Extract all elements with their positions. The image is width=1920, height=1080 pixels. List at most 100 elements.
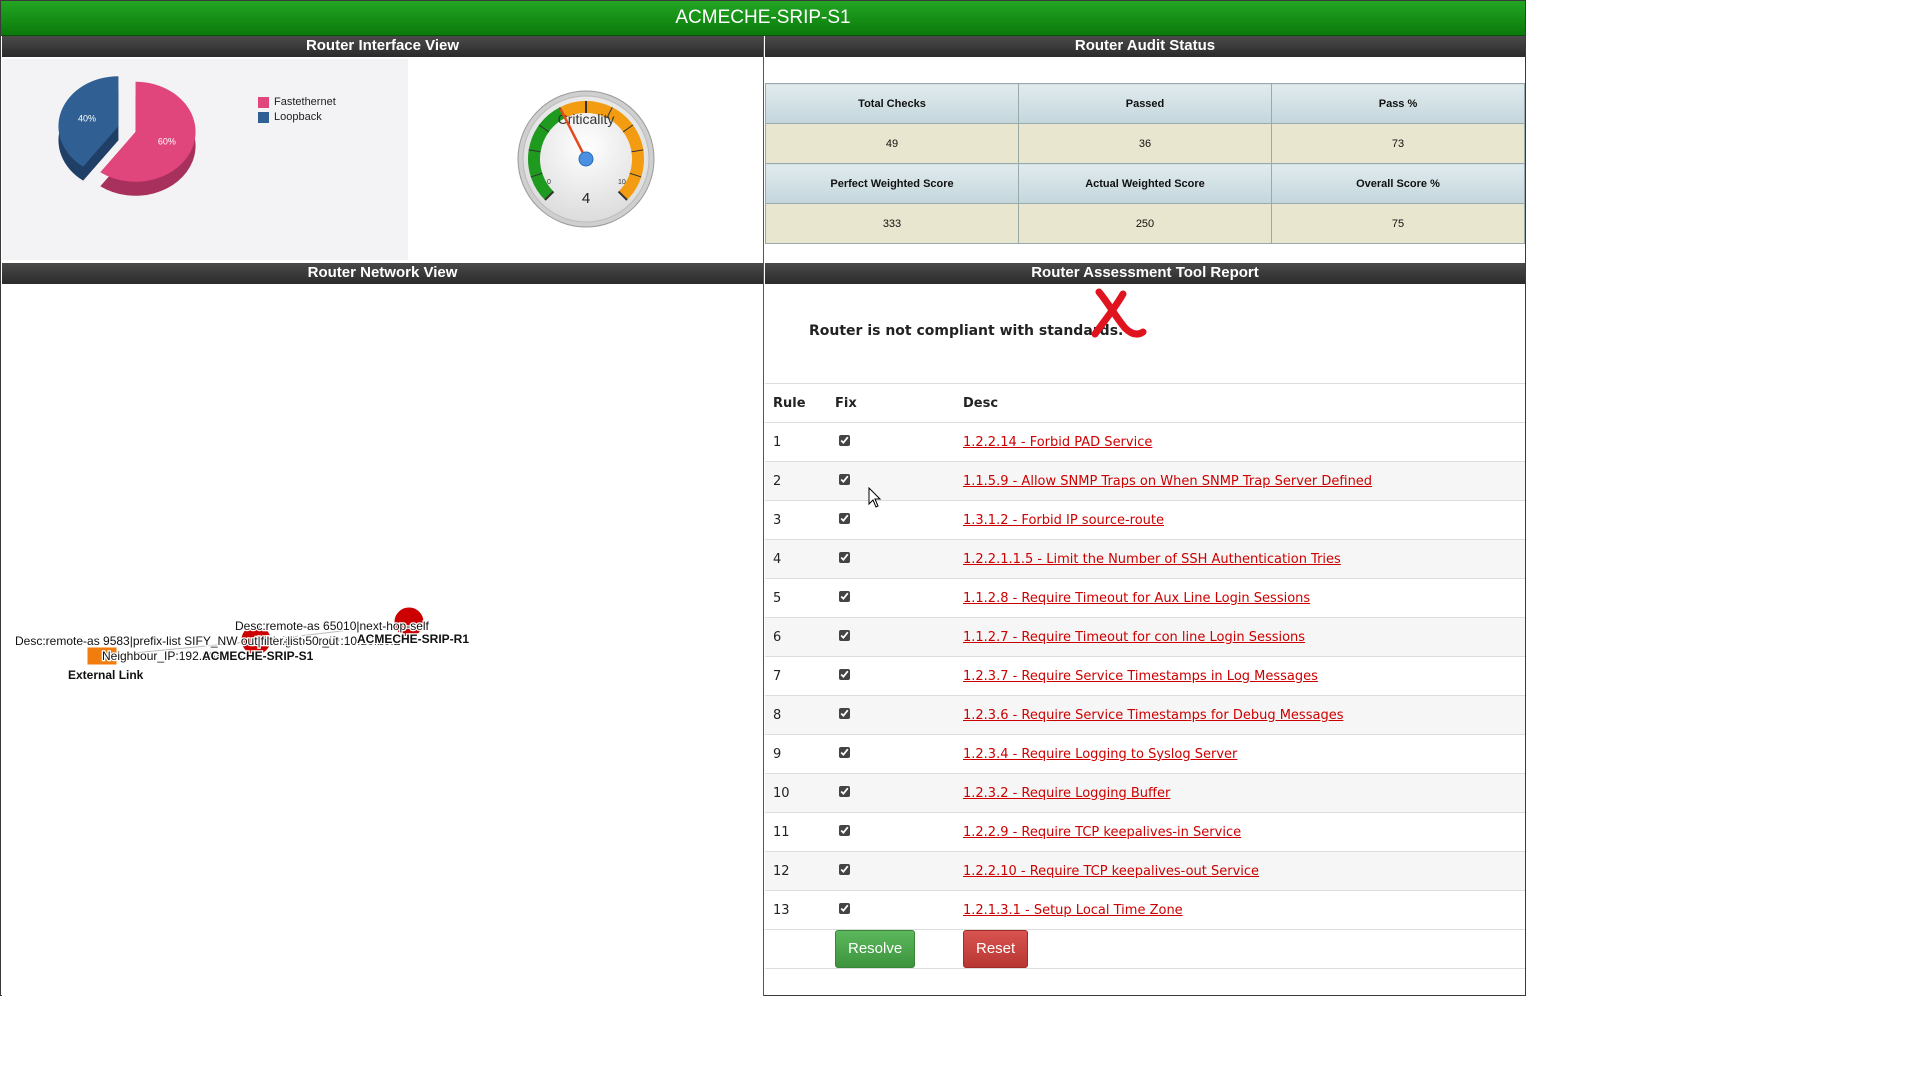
rule-desc-cell: 1.2.2.9 - Require TCP keepalives-in Serv… [955, 812, 1525, 852]
desc-column-header: Desc [955, 383, 1525, 423]
fix-checkbox[interactable] [839, 473, 850, 485]
rule-number: 6 [765, 617, 827, 657]
fix-checkbox[interactable] [839, 785, 850, 797]
rule-number: 3 [765, 500, 827, 540]
fix-cell [827, 890, 955, 930]
legend-item-loopback[interactable]: Loopback [258, 111, 322, 123]
rule-desc-link[interactable]: 1.3.1.2 - Forbid IP source-route [963, 513, 1164, 528]
rule-desc-cell: 1.2.3.4 - Require Logging to Syslog Serv… [955, 734, 1525, 774]
not-compliant-cross-icon [1091, 288, 1147, 338]
audit-header-row: Perfect Weighted Score Actual Weighted S… [765, 163, 1525, 204]
fix-checkbox[interactable] [839, 668, 850, 680]
legend-swatch [258, 111, 269, 123]
fix-checkbox[interactable] [839, 824, 850, 836]
fix-cell [827, 773, 955, 813]
rule-row: 10 1.2.3.2 - Require Logging Buffer [765, 773, 1525, 813]
rule-row: 1 1.2.2.14 - Forbid PAD Service [765, 422, 1525, 462]
rule-desc-link[interactable]: 1.2.3.6 - Require Service Timestamps for… [963, 708, 1343, 723]
rule-desc-cell: 1.2.3.6 - Require Service Timestamps for… [955, 695, 1525, 735]
fix-cell [827, 851, 955, 891]
rule-number: 9 [765, 734, 827, 774]
rule-desc-link[interactable]: 1.2.3.4 - Require Logging to Syslog Serv… [963, 747, 1237, 762]
fix-checkbox[interactable] [839, 902, 850, 914]
pie-chart-svg: 60% 40% [58, 76, 196, 196]
pie-value-label: 40% [78, 114, 96, 124]
total-checks-header: Total Checks [765, 83, 1019, 124]
fix-cell [827, 656, 955, 696]
rule-number: 12 [765, 851, 827, 891]
fix-checkbox[interactable] [839, 434, 850, 446]
edge-desc-label: Desc:remote-as 65010|next-hop-self [235, 619, 430, 633]
fix-cell [827, 422, 955, 462]
fix-cell [827, 812, 955, 852]
actual-score-value: 250 [1018, 203, 1272, 244]
rule-number: 8 [765, 695, 827, 735]
gauge-max-label: 10 [618, 179, 626, 186]
rule-desc-cell: 1.2.2.1.1.5 - Limit the Number of SSH Au… [955, 539, 1525, 579]
fix-checkbox[interactable] [839, 707, 850, 719]
rules-header-row: Rule Fix Desc [765, 383, 1525, 423]
network-view-header: Router Network View [2, 263, 763, 284]
app-frame: ACMECHE-SRIP-S1 Router Interface View Ro… [0, 0, 1526, 996]
mouse-cursor-icon [868, 487, 882, 508]
legend-label: Loopback [274, 111, 322, 123]
compliance-message: Router is not compliant with standards. [809, 323, 1124, 339]
rule-desc-link[interactable]: 1.1.5.9 - Allow SNMP Traps on When SNMP … [963, 474, 1372, 489]
rule-desc-cell: 1.1.2.8 - Require Timeout for Aux Line L… [955, 578, 1525, 618]
external-link-label: External Link [68, 668, 144, 682]
rule-row: 8 1.2.3.6 - Require Service Timestamps fo… [765, 695, 1525, 735]
fix-column-header: Fix [827, 383, 955, 423]
audit-status-header: Router Audit Status [765, 36, 1525, 57]
rule-row: 12 1.2.2.10 - Require TCP keepalives-out … [765, 851, 1525, 891]
resolve-button[interactable]: Resolve [835, 930, 916, 968]
assessment-report: Router is not compliant with standards. … [765, 286, 1525, 996]
fix-checkbox[interactable] [839, 551, 850, 563]
legend-item-fastethernet[interactable]: Fastethernet [258, 96, 336, 108]
network-graph[interactable]: Desc:remote-as 65010|next-hop-self Neigh… [2, 286, 763, 996]
audit-value-row: 333 250 75 [765, 203, 1525, 244]
audit-header-row: Total Checks Passed Pass % [765, 83, 1525, 124]
fix-cell [827, 695, 955, 735]
fix-cell [827, 578, 955, 618]
rule-number: 2 [765, 461, 827, 501]
reset-button[interactable]: Reset [963, 930, 1029, 968]
action-row-spacer [765, 929, 827, 969]
pass-percent-value: 73 [1271, 123, 1525, 164]
rule-desc-link[interactable]: 1.2.3.2 - Require Logging Buffer [963, 786, 1170, 801]
rule-desc-cell: 1.2.2.14 - Forbid PAD Service [955, 422, 1525, 462]
fix-checkbox[interactable] [839, 863, 850, 875]
fix-checkbox[interactable] [839, 512, 850, 524]
rule-desc-cell: 1.3.1.2 - Forbid IP source-route [955, 500, 1525, 540]
rule-number: 1 [765, 422, 827, 462]
fix-cell [827, 734, 955, 774]
gauge-value: 4 [582, 190, 590, 207]
rule-number: 11 [765, 812, 827, 852]
fix-checkbox[interactable] [839, 629, 850, 641]
rule-row: 9 1.2.3.4 - Require Logging to Syslog Ser… [765, 734, 1525, 774]
rule-desc-link[interactable]: 1.1.2.7 - Require Timeout for con line L… [963, 630, 1305, 645]
interface-view-header: Router Interface View [2, 36, 763, 57]
reset-cell: Reset [955, 929, 1525, 969]
fix-checkbox[interactable] [839, 746, 850, 758]
rules-table: Rule Fix Desc 1 1.2.2.14 - Forbid PAD Ser… [765, 383, 1525, 969]
rule-desc-link[interactable]: 1.1.2.8 - Require Timeout for Aux Line L… [963, 591, 1310, 606]
rule-desc-link[interactable]: 1.2.2.1.1.5 - Limit the Number of SSH Au… [963, 552, 1341, 567]
rule-number: 5 [765, 578, 827, 618]
rule-desc-link[interactable]: 1.2.2.9 - Require TCP keepalives-in Serv… [963, 825, 1241, 840]
rule-row: 5 1.1.2.8 - Require Timeout for Aux Line … [765, 578, 1525, 618]
network-graph-svg[interactable]: Desc:remote-as 65010|next-hop-self Neigh… [2, 286, 763, 996]
rule-number: 7 [765, 656, 827, 696]
fix-checkbox[interactable] [839, 590, 850, 602]
criticality-gauge: Criticality 0 10 4 [409, 59, 763, 260]
legend-label: Fastethernet [274, 96, 336, 108]
rule-row: 7 1.2.3.7 - Require Service Timestamps in… [765, 656, 1525, 696]
rule-desc-link[interactable]: 1.2.1.3.1 - Setup Local Time Zone [963, 903, 1183, 918]
action-row: Resolve Reset [765, 929, 1525, 969]
rule-desc-link[interactable]: 1.2.2.14 - Forbid PAD Service [963, 435, 1152, 450]
edge-desc-label: Desc:remote-as 9583|prefix-list SIFY_NW … [15, 634, 339, 648]
rule-row: 13 1.2.1.3.1 - Setup Local Time Zone [765, 890, 1525, 930]
panel-divider [763, 36, 764, 996]
rule-desc-link[interactable]: 1.2.3.7 - Require Service Timestamps in … [963, 669, 1318, 684]
rule-desc-link[interactable]: 1.2.2.10 - Require TCP keepalives-out Se… [963, 864, 1259, 879]
rule-number: 13 [765, 890, 827, 930]
